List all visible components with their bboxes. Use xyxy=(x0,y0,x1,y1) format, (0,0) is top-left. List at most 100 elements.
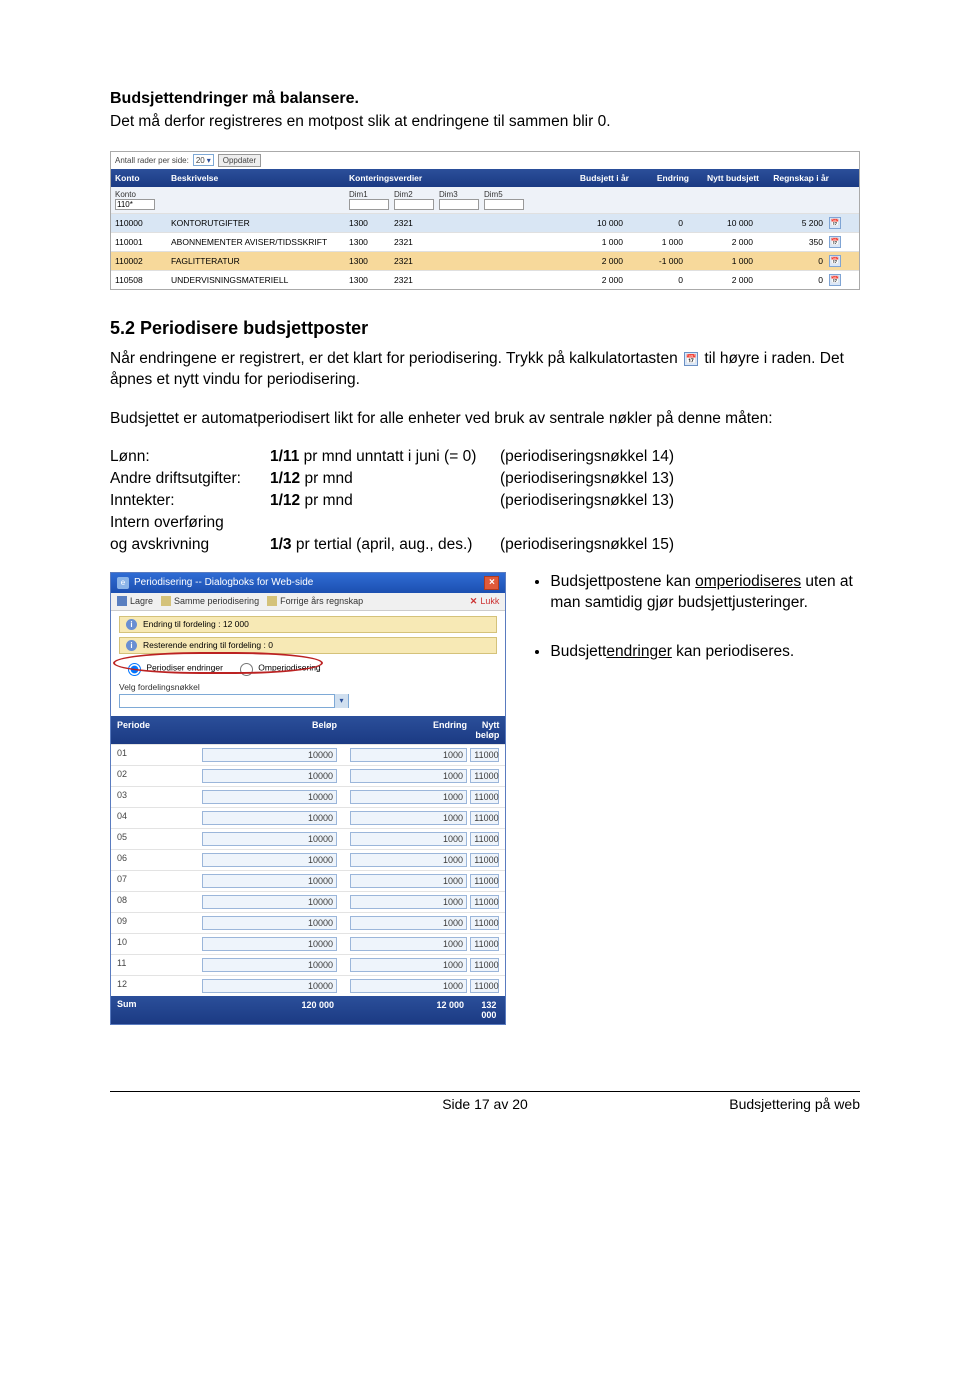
lagre-button[interactable]: Lagre xyxy=(117,596,153,606)
cell-endring[interactable]: 1000 xyxy=(350,811,467,825)
filter-dim2-input[interactable] xyxy=(394,199,434,210)
key-drift-label: Andre driftsutgifter: xyxy=(110,470,270,488)
period-row: 0710000100011000 xyxy=(111,870,505,891)
cell-endring[interactable]: 1000 xyxy=(350,937,467,951)
radio-periodiser-label: Periodiser endringer xyxy=(146,662,223,672)
close-button[interactable]: × xyxy=(484,576,499,590)
cell-dim1: 1300 xyxy=(349,275,394,285)
info-icon: i xyxy=(126,619,137,630)
cell-budsjett: 2 000 xyxy=(549,256,629,266)
cell-periode: 03 xyxy=(117,790,187,804)
rows-per-side-select[interactable]: 20 ▾ xyxy=(193,154,214,166)
cell-budsjett: 2 000 xyxy=(549,275,629,285)
cell-nytt-belop[interactable]: 11000 xyxy=(470,916,499,930)
cell-periode: 10 xyxy=(117,937,187,951)
cell-endring[interactable]: 1000 xyxy=(350,958,467,972)
cell-belop[interactable]: 10000 xyxy=(202,811,337,825)
table-row: 110001ABONNEMENTER AVISER/TIDSSKRIFT1300… xyxy=(111,232,859,251)
radio-omperiodisering[interactable]: Omperiodisering xyxy=(235,660,321,676)
cell-konto: 110001 xyxy=(115,237,171,247)
cell-belop[interactable]: 10000 xyxy=(202,979,337,993)
cell-belop[interactable]: 10000 xyxy=(202,790,337,804)
budget-table-screenshot: Antall rader per side: 20 ▾ Oppdater Kon… xyxy=(110,151,860,290)
cell-endring[interactable]: 1000 xyxy=(350,853,467,867)
cell-endring[interactable]: 1000 xyxy=(350,895,467,909)
sum-label: Sum xyxy=(117,999,187,1021)
info-resterende-fordeling: i Resterende endring til fordeling : 0 xyxy=(119,637,497,654)
cell-endring[interactable]: 1000 xyxy=(350,979,467,993)
cell-nytt-belop[interactable]: 11000 xyxy=(470,874,499,888)
key-lonn-rate: 1/11 xyxy=(270,448,299,465)
cell-beskrivelse: ABONNEMENTER AVISER/TIDSSKRIFT xyxy=(171,237,349,247)
cell-belop[interactable]: 10000 xyxy=(202,916,337,930)
cell-periode: 01 xyxy=(117,748,187,762)
cell-nytt-belop[interactable]: 11000 xyxy=(470,769,499,783)
cell-endring[interactable]: 1000 xyxy=(350,748,467,762)
table-row: 110000KONTORUTGIFTER1300232110 000010 00… xyxy=(111,213,859,232)
cell-belop[interactable]: 10000 xyxy=(202,958,337,972)
period-row: 0610000100011000 xyxy=(111,849,505,870)
oppdater-button[interactable]: Oppdater xyxy=(218,154,261,167)
cell-nytt-belop[interactable]: 11000 xyxy=(470,853,499,867)
periodiser-icon[interactable]: 📅 xyxy=(829,255,841,267)
cell-nytt-belop[interactable]: 11000 xyxy=(470,790,499,804)
forrige-regnskap-button[interactable]: Forrige års regnskap xyxy=(267,596,363,606)
calculator-icon: 📅 xyxy=(684,352,698,366)
footer-left xyxy=(110,1096,360,1112)
cell-dim2: 2321 xyxy=(394,237,439,247)
cell-endring[interactable]: 1000 xyxy=(350,790,467,804)
lukk-label: Lukk xyxy=(480,596,499,606)
radio-periodiser[interactable]: Periodiser endringer xyxy=(123,660,223,676)
cell-nytt-belop[interactable]: 11000 xyxy=(470,832,499,846)
cell-belop[interactable]: 10000 xyxy=(202,937,337,951)
footer-right: Budsjettering på web xyxy=(610,1096,860,1112)
cell-endring[interactable]: 1000 xyxy=(350,916,467,930)
col-nytt-budsjett: Nytt budsjett xyxy=(689,173,759,183)
cell-belop[interactable]: 10000 xyxy=(202,895,337,909)
side-notes: Budsjettpostene kan omperiodiseres uten … xyxy=(530,572,860,691)
bullet1-a: Budsjettpostene kan xyxy=(550,573,695,590)
cell-belop[interactable]: 10000 xyxy=(202,874,337,888)
cell-belop[interactable]: 10000 xyxy=(202,832,337,846)
key-intern-note: (periodiseringsnøkkel 15) xyxy=(500,536,860,554)
key-innt-rate: 1/12 xyxy=(270,492,300,509)
cell-nytt-belop[interactable]: 11000 xyxy=(470,958,499,972)
cell-nytt-belop[interactable]: 11000 xyxy=(470,811,499,825)
cell-nytt-belop[interactable]: 11000 xyxy=(470,937,499,951)
select-fordelingsnokkel[interactable]: ▾ xyxy=(119,694,349,708)
key-lonn-label: Lønn: xyxy=(110,448,270,466)
cell-endring[interactable]: 1000 xyxy=(350,874,467,888)
cell-nytt-belop[interactable]: 11000 xyxy=(470,979,499,993)
cell-periode: 02 xyxy=(117,769,187,783)
rows-per-side-label: Antall rader per side: xyxy=(115,156,189,165)
cell-nytt-belop[interactable]: 11000 xyxy=(470,895,499,909)
cell-belop[interactable]: 10000 xyxy=(202,853,337,867)
periodiser-icon[interactable]: 📅 xyxy=(829,217,841,229)
cell-endring[interactable]: 1000 xyxy=(350,832,467,846)
radio-omperiodisering-input[interactable] xyxy=(240,663,253,676)
col-endring: Endring xyxy=(629,173,689,183)
key-intern-label2: og avskrivning xyxy=(110,536,270,554)
periodiser-icon[interactable]: 📅 xyxy=(829,236,841,248)
filter-dim5-input[interactable] xyxy=(484,199,524,210)
cell-endring[interactable]: 1000 xyxy=(350,769,467,783)
filter-dim2-label: Dim2 xyxy=(394,190,439,199)
info-icon: i xyxy=(126,640,137,651)
samme-periodisering-button[interactable]: Samme periodisering xyxy=(161,596,259,606)
cell-belop[interactable]: 10000 xyxy=(202,769,337,783)
cell-nytt-belop[interactable]: 11000 xyxy=(470,748,499,762)
filter-dim3-input[interactable] xyxy=(439,199,479,210)
periodiser-icon[interactable]: 📅 xyxy=(829,274,841,286)
intro-text: Det må derfor registreres en motpost sli… xyxy=(110,112,860,133)
cell-belop[interactable]: 10000 xyxy=(202,748,337,762)
radio-periodiser-input[interactable] xyxy=(128,663,141,676)
save-icon xyxy=(117,596,127,606)
period-row: 02 10000 100011000 xyxy=(111,765,505,786)
app-icon: e xyxy=(117,577,129,589)
info-endring-fordeling: i Endring til fordeling : 12 000 xyxy=(119,616,497,633)
filter-dim1-input[interactable] xyxy=(349,199,389,210)
lukk-button[interactable]: ✕ Lukk xyxy=(470,596,500,607)
key-lonn-rate-suffix: pr mnd unntatt i juni (= 0) xyxy=(299,448,476,465)
period-row: 01 10000 100011000 xyxy=(111,744,505,765)
filter-konto-input[interactable] xyxy=(115,199,155,210)
